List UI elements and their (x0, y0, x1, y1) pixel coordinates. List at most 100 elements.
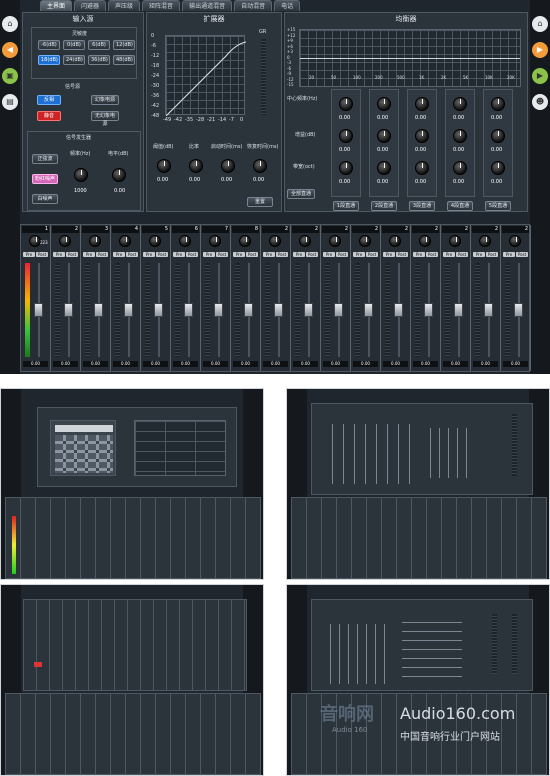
pre-button[interactable]: Pre (323, 252, 335, 257)
channel-gain-knob[interactable] (299, 235, 311, 247)
pre-button[interactable]: Pre (113, 252, 125, 257)
channel-gain-knob[interactable] (239, 235, 251, 247)
save-icon[interactable]: ▣ (2, 68, 18, 84)
post-button[interactable]: Post (186, 252, 198, 257)
sens-button[interactable]: 48(dB) (113, 55, 135, 65)
threshold-knob[interactable] (157, 159, 171, 173)
pre-button[interactable]: Pre (203, 252, 215, 257)
post-button[interactable]: Post (486, 252, 498, 257)
sens-button[interactable]: 24(dB) (63, 55, 85, 65)
fader-handle[interactable] (424, 303, 433, 317)
tab-automix[interactable]: 自动混音 (234, 0, 273, 11)
post-button[interactable]: Post (216, 252, 228, 257)
pink-noise-button[interactable]: 粉红噪声 (32, 174, 58, 184)
pre-button[interactable]: Pre (473, 252, 485, 257)
mute-button[interactable]: 静音 (37, 111, 61, 121)
pre-button[interactable]: Pre (233, 252, 245, 257)
fader-handle[interactable] (154, 303, 163, 317)
pre-button[interactable]: Pre (173, 252, 185, 257)
post-button[interactable]: Post (516, 252, 528, 257)
eq-knob[interactable] (339, 97, 353, 111)
post-button[interactable]: Post (246, 252, 258, 257)
channel-gain-knob[interactable] (479, 235, 491, 247)
eq-knob[interactable] (491, 97, 505, 111)
eq-knob[interactable] (377, 97, 391, 111)
fader-handle[interactable] (484, 303, 493, 317)
eq-knob[interactable] (415, 97, 429, 111)
fader-handle[interactable] (514, 303, 523, 317)
fader-handle[interactable] (184, 303, 193, 317)
eq-knob[interactable] (415, 129, 429, 143)
band-bypass-button[interactable]: 5段直通 (485, 201, 511, 211)
tab-output-mix[interactable]: 输出通道混音 (182, 0, 233, 11)
fader-handle[interactable] (244, 303, 253, 317)
eq-knob[interactable] (377, 129, 391, 143)
pre-button[interactable]: Pre (23, 252, 35, 257)
fader-handle[interactable] (34, 303, 43, 317)
sens-button[interactable]: -6(dB) (38, 40, 60, 50)
sine-button[interactable]: 正弦波 (32, 154, 58, 164)
user-icon[interactable]: ☻ (532, 94, 548, 110)
prev-icon[interactable]: ◀ (2, 42, 18, 58)
tab-spl[interactable]: 声压级 (108, 0, 141, 11)
pre-button[interactable]: Pre (443, 252, 455, 257)
play-icon[interactable]: ▶ (532, 68, 548, 84)
channel-gain-knob[interactable] (389, 235, 401, 247)
fader-handle[interactable] (64, 303, 73, 317)
channel-gain-knob[interactable] (209, 235, 221, 247)
channel-gain-knob[interactable] (329, 235, 341, 247)
fader-handle[interactable] (274, 303, 283, 317)
post-button[interactable]: Post (306, 252, 318, 257)
tab-main[interactable]: 主界面 (40, 0, 73, 11)
eq-knob[interactable] (453, 161, 467, 175)
no-phantom-button[interactable]: 无幻象电源 (91, 111, 119, 127)
post-button[interactable]: Post (366, 252, 378, 257)
release-knob[interactable] (253, 159, 267, 173)
pre-button[interactable]: Pre (413, 252, 425, 257)
channel-gain-knob[interactable] (359, 235, 371, 247)
sens-button-selected[interactable]: 18(dB) (38, 55, 60, 65)
sens-button[interactable]: 0(dB) (63, 40, 85, 50)
ratio-knob[interactable] (189, 159, 203, 173)
bypass-all-button[interactable]: 全部直通 (287, 189, 315, 199)
post-button[interactable]: Post (126, 252, 138, 257)
post-button[interactable]: Post (36, 252, 48, 257)
channel-gain-knob[interactable] (179, 235, 191, 247)
eq-knob[interactable] (491, 129, 505, 143)
fader-handle[interactable] (364, 303, 373, 317)
eq-knob[interactable] (415, 161, 429, 175)
channel-gain-knob[interactable] (119, 235, 131, 247)
channel-gain-knob[interactable] (449, 235, 461, 247)
tab-phone[interactable]: 电话 (274, 0, 301, 11)
post-button[interactable]: Post (396, 252, 408, 257)
fader-handle[interactable] (214, 303, 223, 317)
pre-button[interactable]: Pre (503, 252, 515, 257)
fader-handle[interactable] (454, 303, 463, 317)
pre-button[interactable]: Pre (53, 252, 65, 257)
eq-knob[interactable] (453, 129, 467, 143)
freq-knob[interactable] (74, 168, 88, 182)
next-icon[interactable]: ▶ (532, 42, 548, 58)
load-icon[interactable]: ▤ (2, 94, 18, 110)
post-button[interactable]: Post (96, 252, 108, 257)
sens-button[interactable]: 36(dB) (88, 55, 110, 65)
channel-gain-knob[interactable] (269, 235, 281, 247)
pre-button[interactable]: Pre (83, 252, 95, 257)
channel-gain-knob[interactable] (149, 235, 161, 247)
tab-ducker[interactable]: 闪避器 (74, 0, 107, 11)
channel-gain-knob[interactable] (509, 235, 521, 247)
channel-gain-knob[interactable] (59, 235, 71, 247)
pre-button[interactable]: Pre (263, 252, 275, 257)
band-bypass-button[interactable]: 1段直通 (333, 201, 359, 211)
attack-knob[interactable] (221, 159, 235, 173)
eq-knob[interactable] (453, 97, 467, 111)
reset-button[interactable]: 重置 (247, 197, 273, 207)
band-bypass-button[interactable]: 2段直通 (371, 201, 397, 211)
post-button[interactable]: Post (456, 252, 468, 257)
post-button[interactable]: Post (156, 252, 168, 257)
post-button[interactable]: Post (66, 252, 78, 257)
post-button[interactable]: Post (426, 252, 438, 257)
fader-handle[interactable] (394, 303, 403, 317)
pre-button[interactable]: Pre (353, 252, 365, 257)
band-bypass-button[interactable]: 4段直通 (447, 201, 473, 211)
